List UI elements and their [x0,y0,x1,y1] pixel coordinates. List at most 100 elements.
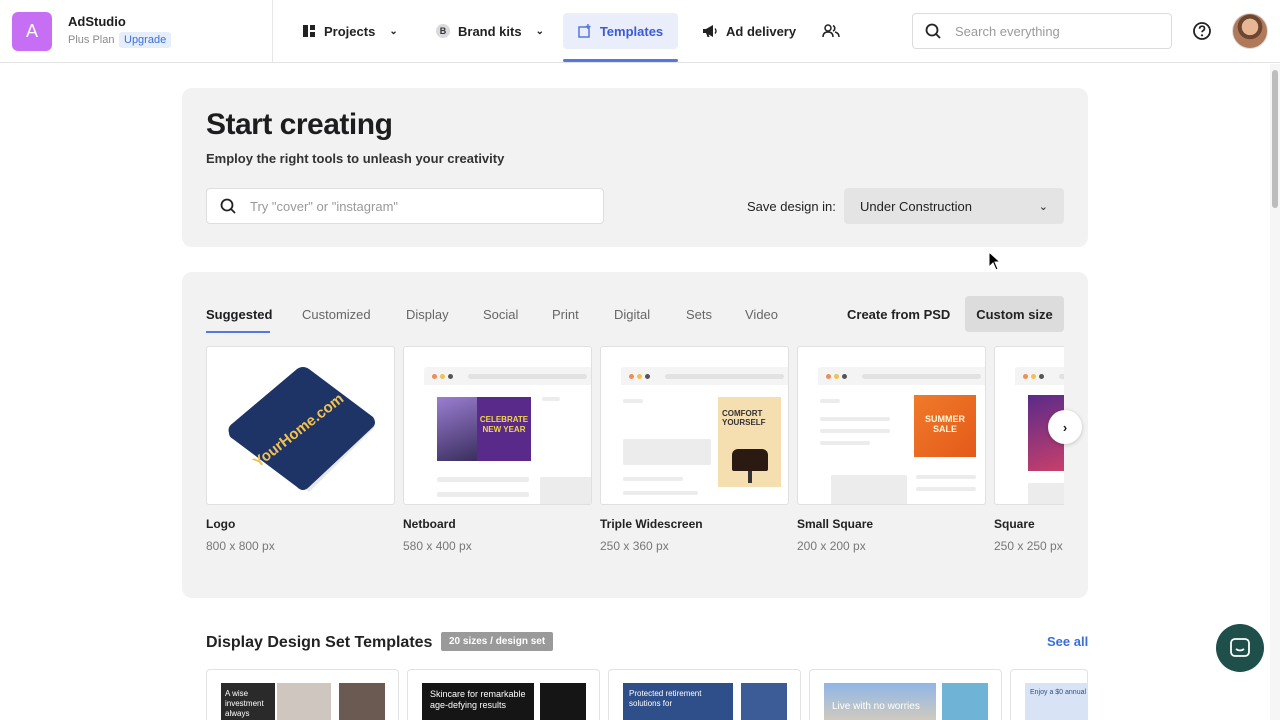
save-location-value: Under Construction [860,198,972,214]
template-thumbnail: CELEBRATE NEW YEAR [403,346,592,505]
design-set-card[interactable]: Enjoy a $0 annual fee [1010,669,1088,720]
template-size: 800 x 800 px [206,539,275,553]
template-name: Netboard [403,517,456,531]
template-name: Small Square [797,517,874,531]
template-name: Square [994,517,1035,531]
custom-size-button[interactable]: Custom size [965,296,1064,332]
brand-area: A AdStudio Plus Plan Upgrade [0,0,273,63]
netboard-ad-text: CELEBRATE NEW YEAR [479,415,529,434]
tab-underline [206,331,270,333]
tab-suggested[interactable]: Suggested [206,307,272,322]
nav-projects[interactable]: Projects ⌄ [290,13,410,49]
grid-icon [303,25,315,37]
template-thumbnail: COMFORT YOURSELF [600,346,789,505]
nav-team[interactable] [810,13,852,49]
netboard-ad: CELEBRATE NEW YEAR [437,397,531,461]
nav-ad-delivery-label: Ad delivery [726,23,797,39]
browser-mock [818,367,985,385]
template-search-input[interactable] [250,198,570,214]
design-set-card[interactable]: Protected retirement solutions for [608,669,801,720]
browser-mock [1015,367,1064,385]
page-subtitle: Employ the right tools to unleash your c… [206,151,505,166]
design-set-card[interactable]: Live with no worries [809,669,1002,720]
nav-ad-delivery[interactable]: Ad delivery [690,13,808,49]
template-thumbnail: SUMMER SALE [797,346,986,505]
templates-panel: Suggested Customized Display Social Prin… [182,272,1088,598]
template-card-square[interactable]: Square 250 x 250 px [994,346,1064,553]
nav-projects-label: Projects [324,23,376,39]
widescreen-ad: COMFORT YOURSELF [718,397,781,487]
chevron-down-icon: ⌄ [389,25,398,37]
sizes-badge: 20 sizes / design set [441,632,554,651]
tab-digital[interactable]: Digital [614,307,650,322]
nav-brand-kits-label: Brand kits [458,23,522,39]
tab-video[interactable]: Video [745,307,778,322]
template-thumbnail: YourHome.com [206,346,395,505]
chevron-right-icon: › [1062,419,1068,435]
nav-brand-kits[interactable]: B Brand kits ⌄ [424,13,556,49]
brand-kit-icon: B [436,24,450,38]
browser-mock [621,367,788,385]
template-size: 250 x 360 px [600,539,669,553]
active-tab-indicator [563,59,678,62]
template-carousel: YourHome.com Logo 800 x 800 px CELEBRATE… [206,346,1064,556]
widescreen-ad-text: COMFORT YOURSELF [722,409,766,427]
chat-icon [1230,638,1250,657]
tab-print[interactable]: Print [552,307,579,322]
nav-templates[interactable]: Templates [563,13,678,49]
save-design-label: Save design in: [747,199,836,214]
design-set-card[interactable]: A wise investment always [206,669,399,720]
template-card-logo[interactable]: YourHome.com Logo 800 x 800 px [206,346,395,553]
tab-sets[interactable]: Sets [686,307,712,322]
set-card-text: Enjoy a $0 annual fee [1025,683,1087,720]
brand-name: AdStudio [68,14,126,29]
template-size: 250 x 250 px [994,539,1063,553]
logo-artwork: YourHome.com [228,367,375,492]
create-from-psd-button[interactable]: Create from PSD [847,307,950,322]
template-card-netboard[interactable]: CELEBRATE NEW YEAR Netboard 580 x 400 px [403,346,592,553]
users-icon [822,24,840,38]
start-creating-panel: Start creating Employ the right tools to… [182,88,1088,247]
tab-display[interactable]: Display [406,307,449,322]
set-card-text: Live with no worries [824,683,936,720]
design-set-card[interactable]: Skincare for remarkable age-defying resu… [407,669,600,720]
search-input[interactable] [955,23,1145,39]
cursor-icon [988,251,1002,271]
chevron-down-icon: ⌄ [535,25,544,37]
carousel-next-button[interactable]: › [1048,410,1082,444]
tab-social[interactable]: Social [483,307,518,322]
template-size: 200 x 200 px [797,539,866,553]
search-icon [925,23,941,39]
templates-icon [578,24,591,38]
nav-templates-label: Templates [599,23,664,39]
help-icon[interactable] [1192,21,1212,41]
search-icon [220,198,236,214]
tab-customized[interactable]: Customized [302,307,371,322]
chevron-down-icon: ⌄ [1038,200,1048,213]
set-card-text: Skincare for remarkable age-defying resu… [422,683,534,720]
browser-mock [424,367,591,385]
see-all-link[interactable]: See all [1047,634,1088,649]
template-name: Triple Widescreen [600,517,703,531]
plan-label: Plus Plan [68,34,115,46]
upgrade-button[interactable]: Upgrade [119,32,172,48]
chat-button[interactable] [1216,624,1264,672]
template-search[interactable] [206,188,604,224]
save-location-select[interactable]: Under Construction ⌄ [844,188,1064,224]
template-card-small-square[interactable]: SUMMER SALE Small Square 200 x 200 px [797,346,986,553]
page-title: Start creating [206,108,393,141]
small-square-ad: SUMMER SALE [914,395,976,457]
template-card-triple-widescreen[interactable]: COMFORT YOURSELF Triple Widescreen 250 x… [600,346,789,553]
top-bar: A AdStudio Plus Plan Upgrade Projects ⌄ … [0,0,1280,63]
template-name: Logo [206,517,236,531]
avatar[interactable] [1232,13,1268,49]
scroll-thumb[interactable] [1272,70,1278,208]
template-size: 580 x 400 px [403,539,472,553]
small-square-ad-text: SUMMER SALE [925,414,965,434]
scrollbar[interactable] [1270,64,1280,720]
global-search[interactable] [912,13,1172,49]
set-card-text: A wise investment always [221,683,275,720]
megaphone-icon [703,25,717,37]
brand-logo[interactable]: A [12,12,52,51]
section-title: Display Design Set Templates [206,634,433,651]
